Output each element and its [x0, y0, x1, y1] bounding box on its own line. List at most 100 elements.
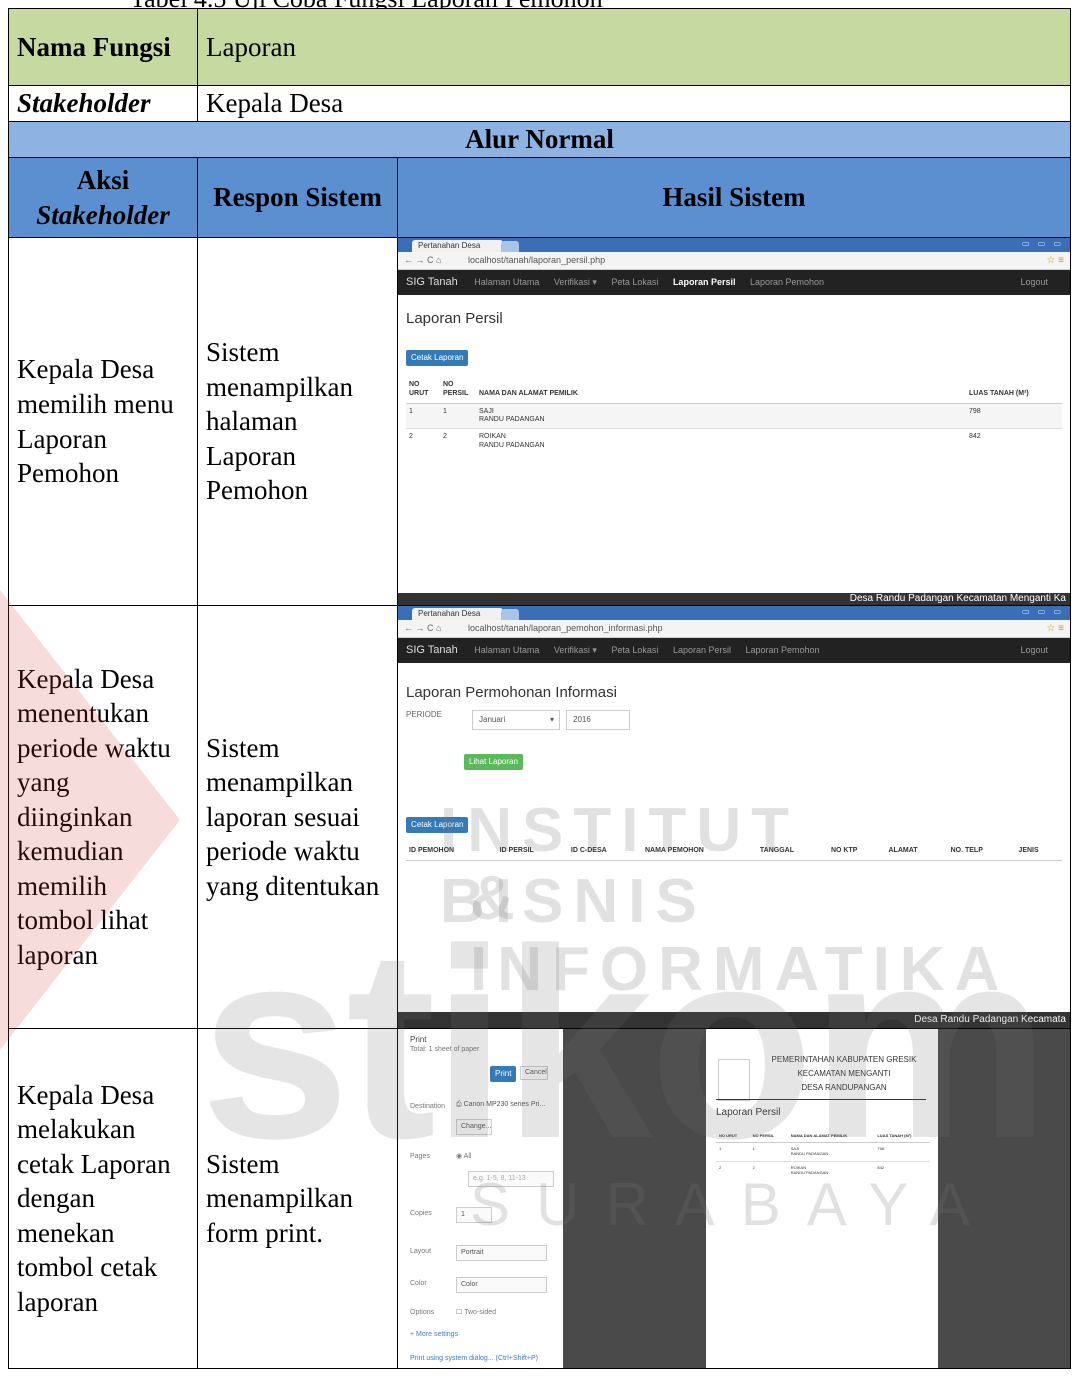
star-icon[interactable]: ☆ ≡ [1046, 620, 1064, 637]
cell-address: RANDU PADANGAN [479, 416, 545, 424]
cell: 1 [716, 1142, 750, 1162]
logout-link[interactable]: Logout [1020, 270, 1048, 295]
cell-address: RANDU PADANGAN [479, 441, 545, 449]
cell: SAJI RANDU PADANGAN [787, 1142, 875, 1162]
nav-item-laporan-pemohon[interactable]: Laporan Pemohon [750, 277, 824, 287]
col-aksi-header: Aksi Stakeholder [8, 157, 198, 238]
two-sided-checkbox[interactable]: ☐ Two-sided [456, 1309, 496, 1318]
cell-name: ROIKAN [479, 433, 506, 441]
month-select[interactable]: Januari ▾ [472, 710, 560, 731]
cell: 842 [874, 1160, 930, 1180]
pages-all-text: All [463, 1153, 472, 1160]
pages-all-radio[interactable]: ◉ All [456, 1153, 471, 1162]
paper-th: LUAS TANAH (M²) [874, 1129, 930, 1144]
color-label: Color [410, 1280, 427, 1287]
stakeholder-value: Kepala Desa [197, 85, 1071, 122]
cell: 2 [716, 1160, 750, 1180]
page-footer: Desa Randu Padangan Kecamatan Menganti K… [398, 593, 1070, 605]
th-no-telp: NO. TELP [947, 843, 1016, 862]
page-title: Laporan Permohonan Informasi [406, 684, 617, 701]
more-settings-link[interactable]: + More settings [410, 1331, 458, 1340]
col-respon-header: Respon Sistem [197, 157, 398, 238]
step3-aksi: Kepala Desa melakukan cetak Laporan deng… [8, 1028, 198, 1369]
url-bar[interactable]: localhost/tanah/laporan_persil.php [468, 252, 605, 269]
year-input[interactable]: 2016 [566, 710, 630, 731]
cell: 2 [440, 428, 476, 455]
step1-aksi: Kepala Desa memilih menu Laporan Pemohon [8, 237, 198, 606]
navbar: SIG Tanah Halaman Utama Verifikasi ▾ Pet… [398, 638, 1070, 663]
nav-item-verifikasi[interactable]: Verifikasi ▾ [554, 277, 597, 287]
table-row: 1 1 SAJI RANDU PADANGAN 798 [716, 1142, 930, 1162]
change-button[interactable]: Change... [456, 1119, 493, 1135]
th-nama: NAMA DAN ALAMAT PEMILIK [476, 376, 966, 404]
logout-link[interactable]: Logout [1020, 638, 1048, 663]
table-row: 2 2 ROIKAN RANDU PADANGAN 842 [716, 1160, 930, 1180]
copies-stepper[interactable]: 1 [456, 1207, 492, 1223]
cell: ROIKAN RANDU PADANGAN [787, 1160, 875, 1180]
print-button[interactable]: Print [490, 1066, 517, 1083]
cell: 2 [406, 428, 440, 455]
cell-name: SAJI [479, 407, 494, 415]
nav-item-laporan-pemohon[interactable]: Laporan Pemohon [746, 645, 820, 655]
print-settings-panel: Print Total: 1 sheet of paper Print Canc… [398, 1029, 564, 1368]
browser-tab[interactable]: Pertanahan Desa [412, 240, 503, 252]
page-title: Laporan Persil [406, 310, 503, 327]
nav-item-home[interactable]: Halaman Utama [474, 645, 539, 655]
step1-screenshot: Pertanahan Desa ▭ ▭ ▭ ← → C ⌂ localhost/ta… [397, 237, 1071, 606]
paper-heading2: KECAMATAN MENGANTI [797, 1069, 891, 1078]
th-no-persil: NO PERSIL [440, 376, 476, 404]
cetak-laporan-button[interactable]: Cetak Laporan [406, 350, 469, 367]
alur-normal-header: Alur Normal [8, 121, 1071, 158]
nav-item-laporan-persil[interactable]: Laporan Persil [673, 277, 736, 287]
th-no-urut: NO URUT [406, 376, 440, 404]
url-bar[interactable]: localhost/tanah/laporan_pemohon_informas… [468, 620, 663, 637]
cell: 798 [966, 402, 1062, 429]
pages-range-input[interactable]: e.g. 1-5, 8, 11-13 [468, 1171, 554, 1187]
test-case-table: Nama Fungsi Laporan Stakeholder Kepala D… [8, 8, 1071, 1369]
th-nama-pemohon: NAMA PEMOHON [641, 843, 757, 862]
printer-icon: ⎙ [456, 1101, 462, 1108]
paper-heading1: PEMERINTAHAN KABUPATEN GRESIK [771, 1055, 917, 1064]
step3-screenshot: Print Total: 1 sheet of paper Print Canc… [397, 1028, 1071, 1369]
layout-label: Layout [410, 1248, 432, 1255]
layout-select[interactable]: Portrait [456, 1245, 547, 1261]
cetak-laporan-button[interactable]: Cetak Laporan [406, 816, 469, 833]
system-dialog-link[interactable]: Print using system dialog... (Ctrl+Shift… [410, 1355, 538, 1364]
page-footer: Desa Randu Padangan Kecamata [398, 1012, 1070, 1028]
lihat-laporan-button[interactable]: Lihat Laporan [464, 754, 523, 771]
color-select[interactable]: Color [456, 1277, 547, 1293]
nama-fungsi-label: Nama Fungsi [8, 8, 198, 86]
nav-item-peta[interactable]: Peta Lokasi [611, 645, 658, 655]
paper-th: NO PERSIL [749, 1129, 788, 1144]
col-aksi-subtitle: Stakeholder [36, 199, 170, 230]
cell: 1 [406, 402, 440, 429]
two-sided-text: Two-sided [464, 1309, 496, 1316]
nav-item-verifikasi[interactable]: Verifikasi ▾ [554, 645, 597, 655]
th-tanggal: TANGGAL [756, 843, 828, 862]
nav-item-laporan-persil[interactable]: Laporan Persil [673, 645, 731, 655]
periode-label: PERIODE [406, 710, 443, 720]
destination-label: Destination [410, 1103, 446, 1110]
brand-link[interactable]: SIG Tanah [406, 644, 458, 656]
destination-text: Canon MP230 series Pri... [463, 1101, 546, 1108]
periode-row: PERIODE Januari ▾ 2016 [406, 710, 1062, 732]
stakeholder-label: Stakeholder [8, 85, 198, 122]
nav-item-home[interactable]: Halaman Utama [474, 277, 539, 287]
paper-title: Laporan Persil [716, 1107, 781, 1118]
cell: SAJI RANDU PADANGAN [476, 402, 966, 429]
browser-tab[interactable]: Pertanahan Desa [412, 608, 503, 620]
persil-table: NO URUT NO PERSIL NAMA DAN ALAMAT PEMILI… [406, 376, 1062, 455]
cell-address: RANDU PADANGAN [790, 1169, 829, 1175]
step2-aksi: Kepala Desa menentukan periode waktu yan… [8, 605, 198, 1029]
sheet-count: Total: 1 sheet of paper [410, 1046, 480, 1053]
print-title: Print [410, 1035, 427, 1044]
cancel-button[interactable]: Cancel [520, 1066, 548, 1080]
paper-table: NO URUT NO PERSIL NAMA DAN ALAMAT PEMILI… [716, 1129, 930, 1180]
star-icon[interactable]: ☆ ≡ [1046, 252, 1064, 269]
navbar: SIG Tanah Halaman Utama Verifikasi ▾ Pet… [398, 270, 1070, 295]
th-luas: LUAS TANAH (M²) [966, 376, 1062, 404]
brand-link[interactable]: SIG Tanah [406, 276, 458, 288]
nav-item-peta[interactable]: Peta Lokasi [611, 277, 658, 287]
paper-th: NO URUT [716, 1129, 750, 1144]
step3-respon: Sistem menampilkan form print. [197, 1028, 398, 1369]
